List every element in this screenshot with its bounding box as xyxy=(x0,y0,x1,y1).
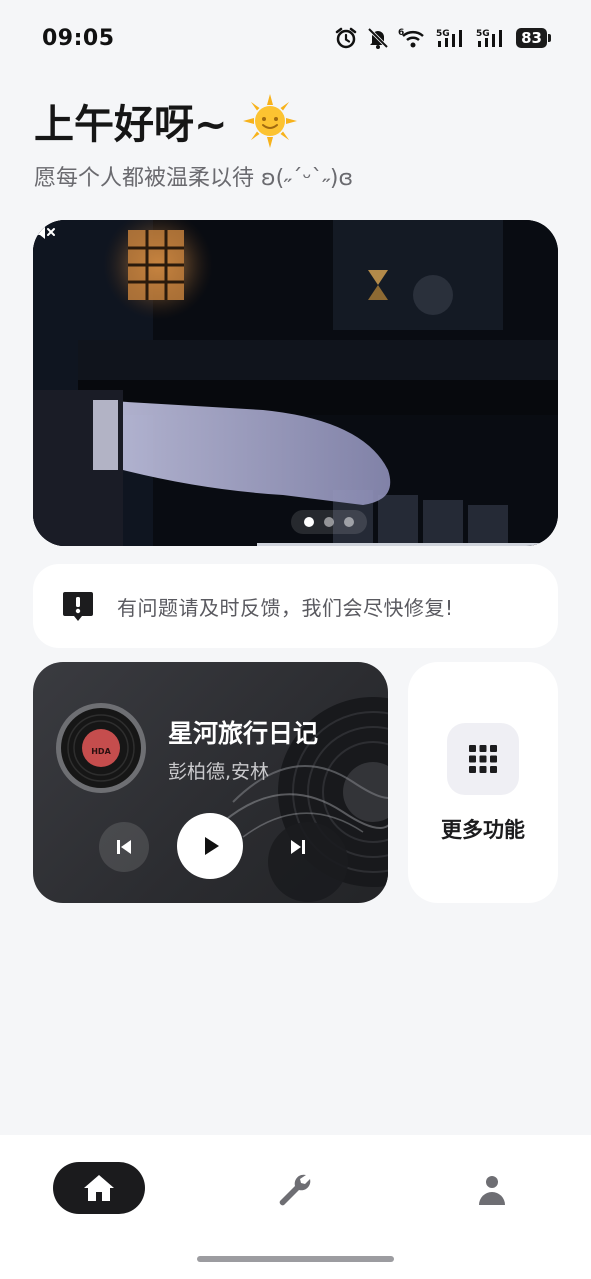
feedback-notice[interactable]: 有问题请及时反馈，我们会尽快修复! xyxy=(33,564,558,648)
banner-progress xyxy=(257,543,547,546)
person-icon xyxy=(479,1176,505,1205)
video-banner[interactable] xyxy=(33,220,558,546)
more-features-button[interactable] xyxy=(447,723,519,795)
carousel-dot[interactable] xyxy=(324,517,334,527)
disc-label: HDA xyxy=(91,747,111,756)
next-track-button[interactable] xyxy=(273,822,323,872)
greeting-title-text: 上午好呀~ xyxy=(34,102,228,148)
nav-home-button[interactable] xyxy=(53,1162,145,1214)
music-player-card[interactable]: HDA 星河旅行日记 彭柏德,安林 xyxy=(33,662,388,903)
carousel-dots xyxy=(291,510,367,534)
album-disc: HDA xyxy=(56,703,146,793)
skip-next-icon xyxy=(291,840,305,854)
sun-icon xyxy=(242,94,297,148)
signal-icon: 5G xyxy=(436,27,468,49)
feedback-alert-icon xyxy=(63,592,93,621)
play-icon xyxy=(205,837,219,855)
status-time: 09:05 xyxy=(42,25,115,51)
mute-icon[interactable] xyxy=(33,220,57,244)
nav-profile-button[interactable] xyxy=(467,1165,517,1215)
banner-image xyxy=(33,220,558,546)
status-icons: 6 5G 5G 83 xyxy=(334,26,551,50)
home-icon xyxy=(84,1175,114,1201)
grid-icon xyxy=(469,745,497,773)
wrench-icon xyxy=(279,1174,311,1206)
greeting-title: 上午好呀~ xyxy=(34,92,298,150)
wifi-icon: 6 xyxy=(398,27,428,49)
carousel-dot[interactable] xyxy=(304,517,314,527)
mute-bell-icon xyxy=(366,26,390,50)
alarm-icon xyxy=(334,26,358,50)
play-button[interactable] xyxy=(177,813,243,879)
greeting-subtitle: 愿每个人都被温柔以待 ʚ(˶ˊᵕˋ˶)ɞ xyxy=(34,166,354,191)
signal-icon: 5G xyxy=(476,27,508,49)
more-features-card[interactable]: 更多功能 xyxy=(408,662,558,903)
feedback-notice-text: 有问题请及时反馈，我们会尽快修复! xyxy=(117,595,454,620)
carousel-dot[interactable] xyxy=(344,517,354,527)
previous-track-button[interactable] xyxy=(99,822,149,872)
network-label-2: 5G xyxy=(476,29,490,39)
network-label-1: 5G xyxy=(436,29,450,39)
battery-level: 83 xyxy=(516,28,547,48)
status-bar: 09:05 6 5G 5G 83 xyxy=(0,0,591,76)
more-features-label: 更多功能 xyxy=(441,818,525,842)
battery-icon: 83 xyxy=(516,28,551,48)
skip-previous-icon xyxy=(117,840,131,854)
wifi-badge-text: 6 xyxy=(398,28,404,38)
home-indicator xyxy=(197,1256,394,1262)
nav-tools-button[interactable] xyxy=(270,1165,320,1215)
song-artist: 彭柏德,安林 xyxy=(168,761,270,783)
song-title: 星河旅行日记 xyxy=(168,719,319,748)
